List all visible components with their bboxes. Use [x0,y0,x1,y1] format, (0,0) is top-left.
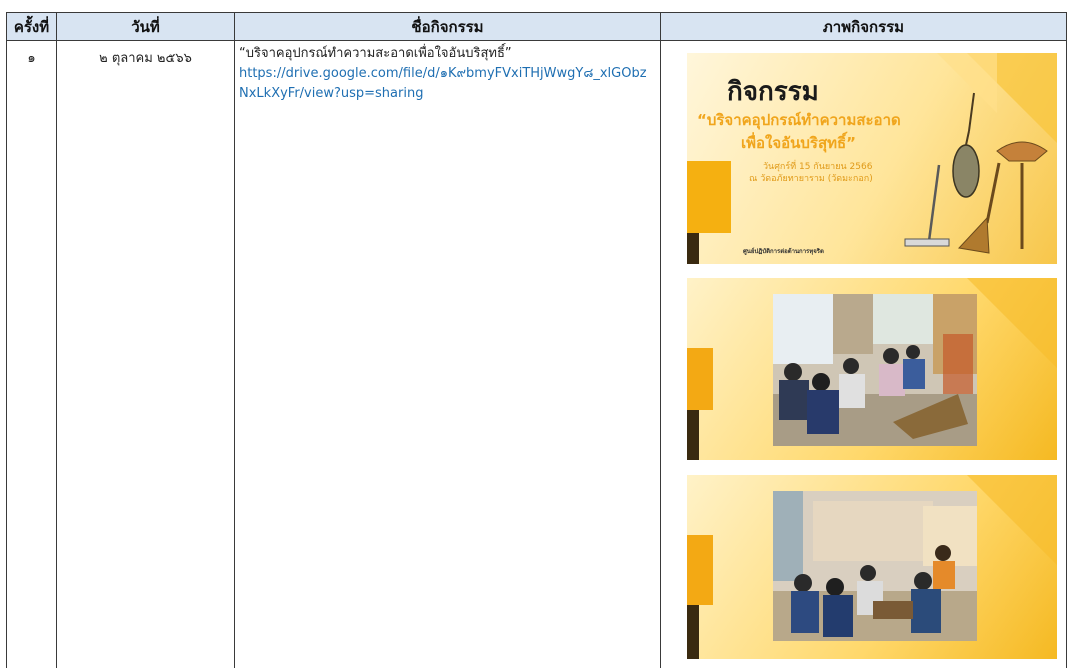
table-header-row: ครั้งที่ วันที่ ชื่อกิจกรรม ภาพกิจกรรม [7,13,1067,41]
duster-icon [953,93,979,197]
header-activity-name: ชื่อกิจกรรม [235,13,661,41]
row-images-cell: กิจกรรม “บริจาคอุปกรณ์ทำความสะอาด เพื่อใ… [661,41,1067,668]
cleaning-tools-illustration [687,53,1057,264]
photo-people-seated-indoors [773,294,977,446]
table-row: ๑ ๒ ตุลาคม ๒๕๖๖ “บริจาคอุปกรณ์ทำความสะอา… [7,41,1067,668]
activity-photo-2 [687,475,1057,659]
row-date: ๒ ตุลาคม ๒๕๖๖ [57,41,235,668]
mop-icon [905,165,949,246]
row-activity-cell: “บริจาคอุปกรณ์ทำความสะอาดเพื่อใจอันบริสุ… [235,41,661,668]
row-number: ๑ [7,41,57,668]
activity-table: ครั้งที่ วันที่ ชื่อกิจกรรม ภาพกิจกรรม ๑… [6,12,1067,668]
header-activity-images: ภาพกิจกรรม [661,13,1067,41]
header-no: ครั้งที่ [7,13,57,41]
header-date: วันที่ [57,13,235,41]
activity-name: “บริจาคอุปกรณ์ทำความสะอาดเพื่อใจอันบริสุ… [239,46,512,61]
photo-monk-receiving-donation [773,491,977,641]
activity-link[interactable]: https://drive.google.com/file/d/๑K๙bmyFV… [239,64,654,104]
activity-poster-image: กิจกรรม “บริจาคอุปกรณ์ทำความสะอาด เพื่อใ… [687,53,1057,264]
activity-photo-1 [687,278,1057,460]
